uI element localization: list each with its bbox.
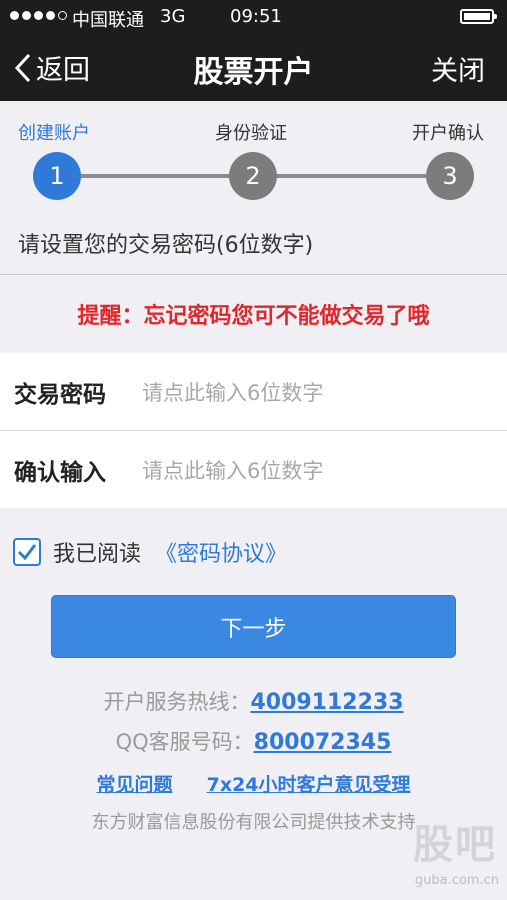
- checkmark-icon: [17, 544, 37, 561]
- qq-label: QQ客服号码：: [115, 730, 254, 754]
- confirm-label: 确认输入: [14, 460, 106, 486]
- agreement-text: 我已阅读: [53, 542, 142, 567]
- faq-link[interactable]: 常见问题: [96, 774, 172, 796]
- qq-number[interactable]: 800072345: [254, 730, 392, 755]
- status-bar: 中国联通 3G 09:51: [0, 0, 507, 34]
- step-2-label: 身份验证: [215, 123, 287, 144]
- section-divider: [0, 274, 507, 275]
- step-1-circle: 1: [33, 152, 81, 200]
- watermark-url: guba.com.cn: [414, 873, 499, 888]
- hotline-number[interactable]: 4009112233: [250, 690, 403, 715]
- hotline-label: 开户服务热线：: [103, 690, 251, 714]
- next-step-button[interactable]: 下一步: [51, 595, 456, 658]
- step-3-label: 开户确认: [412, 123, 484, 144]
- carrier-name: 中国联通: [72, 10, 144, 31]
- agreement-row: 我已阅读 《密码协议》: [13, 536, 287, 568]
- step-1-label: 创建账户: [18, 123, 90, 144]
- signal-strength-icon: [10, 11, 67, 20]
- watermark-logo: 股吧: [413, 822, 497, 868]
- confirm-row: 确认输入: [0, 431, 507, 508]
- hotline-line: 开户服务热线：4009112233: [0, 686, 507, 716]
- password-row: 交易密码: [0, 353, 507, 430]
- step-2-circle: 2: [229, 152, 277, 200]
- network-type: 3G: [160, 6, 186, 27]
- qq-line: QQ客服号码：800072345: [0, 726, 507, 756]
- password-agreement-link[interactable]: 《密码协议》: [155, 536, 287, 568]
- step-3-circle: 3: [426, 152, 474, 200]
- feedback-link[interactable]: 7x24小时客户意见受理: [207, 774, 411, 796]
- agreement-checkbox[interactable]: [13, 538, 41, 566]
- password-input[interactable]: [140, 373, 484, 413]
- help-links: 常见问题 7x24小时客户意见受理: [0, 770, 507, 797]
- battery-icon: [460, 9, 497, 24]
- close-button[interactable]: 关闭: [431, 49, 485, 88]
- confirm-password-input[interactable]: [140, 451, 484, 491]
- step-connector-1: [80, 174, 235, 178]
- step-connector-2: [275, 174, 430, 178]
- password-label: 交易密码: [14, 382, 106, 408]
- status-time: 09:51: [230, 6, 282, 27]
- navigation-bar: 返回 股票开户 关闭: [0, 34, 507, 101]
- top-bar: 中国联通 3G 09:51 返回 股票开户 关闭: [0, 0, 507, 101]
- reminder-text: 提醒：忘记密码您可不能做交易了哦: [77, 304, 430, 329]
- password-instruction: 请设置您的交易密码(6位数字): [18, 233, 314, 258]
